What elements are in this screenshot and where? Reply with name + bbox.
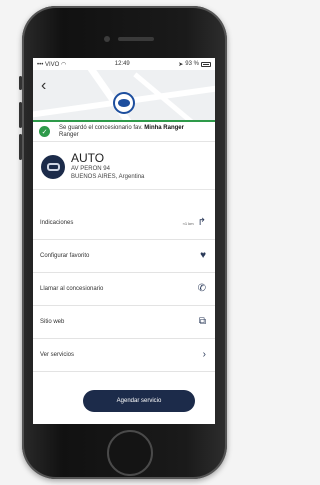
toast-dealer: Minha Ranger <box>144 124 184 131</box>
dealer-info: AUTO AV PERON 94 BUENOS AIRES, Argentina <box>71 152 144 181</box>
chevron-right-icon: › <box>202 349 206 360</box>
menu-item-set-favorite[interactable]: Configurar favorito ♥ <box>33 240 215 273</box>
clock: 12:49 <box>114 61 130 67</box>
wifi-icon: ◠ <box>61 61 67 68</box>
map-view[interactable]: ‹ <box>33 70 215 120</box>
battery-percent: 93 % <box>185 61 199 67</box>
check-icon: ✓ <box>39 126 50 137</box>
menu-item-right: ≈1 km ↱ <box>183 218 206 228</box>
dealer-card: AUTO AV PERON 94 BUENOS AIRES, Argentina <box>33 144 215 190</box>
home-button[interactable] <box>107 430 153 476</box>
stage: ••• VIVO ◠ 12:49 ➤ 93 % ‹ ✓ Se guardó el… <box>0 0 248 485</box>
distance-label: ≈1 km <box>182 220 194 226</box>
schedule-service-button[interactable]: Agendar servicio <box>83 390 195 412</box>
status-bar: ••• VIVO ◠ 12:49 ➤ 93 % <box>33 58 215 70</box>
battery-icon <box>200 61 211 67</box>
dealer-avatar <box>41 154 65 179</box>
dealer-actions-menu: Indicaciones ≈1 km ↱ Configurar favorito… <box>33 207 215 372</box>
carrier-label: ••• VIVO ◠ <box>37 61 66 68</box>
carrier: VIVO <box>44 61 60 68</box>
volume-up-button <box>19 102 22 128</box>
front-camera <box>104 36 110 42</box>
dealer-name: AUTO <box>71 151 105 165</box>
toast-prefix: Se guardó el concesionario fav. <box>59 124 143 131</box>
toast-suffix: Ranger <box>59 131 79 138</box>
earpiece-speaker <box>118 37 154 41</box>
mute-switch <box>19 76 22 90</box>
menu-item-label: Ver servicios <box>40 352 75 358</box>
location-icon: ➤ <box>178 61 184 68</box>
directions-icon: ↱ <box>197 217 206 228</box>
heart-icon: ♥ <box>200 250 206 261</box>
menu-item-label: Configurar favorito <box>40 253 90 259</box>
menu-item-website[interactable]: Sitio web ⧉ <box>33 306 215 339</box>
volume-down-button <box>19 134 22 160</box>
signal-icon: ••• <box>37 61 44 68</box>
menu-item-label: Llamar al concesionario <box>40 286 104 292</box>
dealer-address-line1: AV PERON 94 <box>71 166 110 172</box>
external-link-icon: ⧉ <box>198 316 206 327</box>
dealer-car-icon <box>46 162 60 171</box>
menu-item-directions[interactable]: Indicaciones ≈1 km ↱ <box>33 207 215 240</box>
status-right: ➤ 93 % <box>178 61 211 68</box>
favorite-saved-toast: ✓ Se guardó el concesionario fav. Minha … <box>33 120 215 142</box>
dealer-map-pin-icon[interactable] <box>113 92 135 114</box>
menu-item-label: Indicaciones <box>40 220 74 226</box>
back-chevron-icon[interactable]: ‹ <box>41 78 46 94</box>
menu-item-call-dealer[interactable]: Llamar al concesionario ✆ <box>33 273 215 306</box>
dealer-address-line2: BUENOS AIRES, Argentina <box>71 174 145 180</box>
menu-item-label: Sitio web <box>40 319 65 325</box>
screen: ••• VIVO ◠ 12:49 ➤ 93 % ‹ ✓ Se guardó el… <box>33 58 215 424</box>
toast-message: Se guardó el concesionario fav. Minha Ra… <box>59 125 184 139</box>
menu-item-view-services[interactable]: Ver servicios › <box>33 339 215 372</box>
phone-icon: ✆ <box>197 283 206 294</box>
pin-car-icon <box>118 99 130 107</box>
